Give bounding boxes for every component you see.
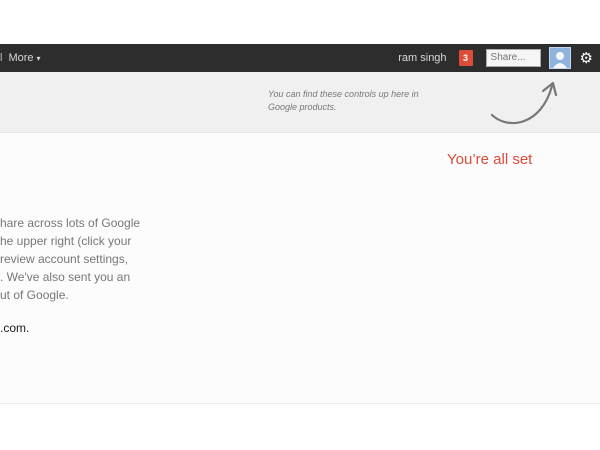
controls-hint-text: You can find these controls up here in G…: [268, 88, 468, 114]
body-line: hare across lots of Google: [0, 216, 141, 230]
person-silhouette-icon: [552, 52, 567, 68]
body-line: ut of Google.: [0, 288, 69, 302]
email-fragment: .com: [0, 321, 27, 335]
hint-line-1: You can find these controls up here in: [268, 89, 419, 99]
username-link[interactable]: ram singh: [398, 52, 446, 64]
share-input[interactable]: [485, 49, 541, 67]
welcome-paragraph: hare across lots of Google he upper righ…: [0, 214, 200, 304]
body-line: . We've also sent you an: [0, 270, 131, 284]
nav-separator: l: [0, 52, 3, 64]
status-title: You’re all set: [447, 151, 533, 168]
body-line: review account settings,: [0, 252, 129, 266]
topbar-right: ram singh 3 ⚙: [398, 44, 600, 72]
email-address: .com.: [0, 321, 29, 335]
more-label: More: [8, 52, 34, 64]
curved-arrow-icon: [490, 81, 558, 125]
topbar-left: l More ▾: [0, 44, 41, 72]
hint-line-2: Google products.: [268, 102, 337, 112]
chevron-down-icon: ▾: [36, 54, 41, 63]
more-menu[interactable]: More ▾: [8, 52, 40, 64]
email-period: .: [26, 321, 30, 335]
notification-badge[interactable]: 3: [458, 50, 473, 66]
avatar[interactable]: [548, 47, 571, 69]
top-bar: l More▾ ram singh 3 ⚙: [0, 44, 600, 72]
gear-icon[interactable]: ⚙: [580, 51, 593, 66]
body-line: he upper right (click your: [0, 234, 132, 248]
